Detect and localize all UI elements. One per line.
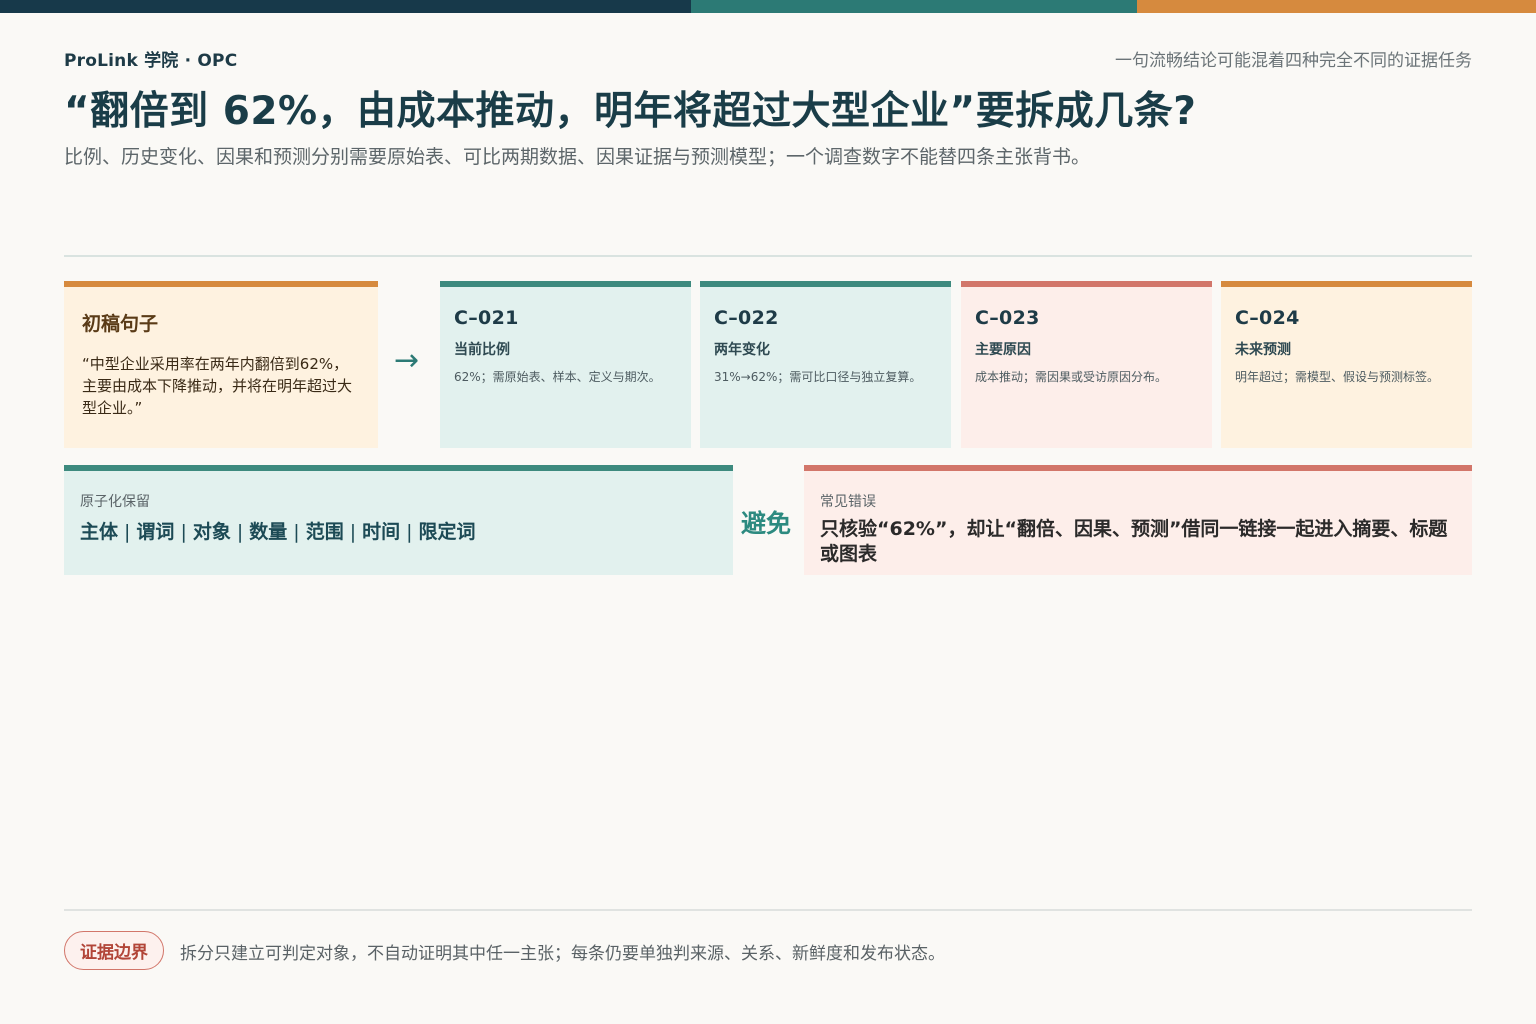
page-title: “翻倍到 62%，由成本推动，明年将超过大型企业”要拆成几条? (64, 89, 1197, 134)
evidence-boundary-text: 拆分只建立可判定对象，不自动证明其中任一主张；每条仍要单独判来源、关系、新鲜度和… (180, 944, 945, 964)
claim-description: 62%；需原始表、样本、定义与期次。 (454, 370, 661, 384)
claim-id: C–023 (975, 307, 1040, 329)
separator: | (349, 521, 357, 543)
slide: ProLink 学院 · OPC 一句流畅结论可能混着四种完全不同的证据任务 “… (0, 0, 1536, 1024)
separator: | (236, 521, 244, 543)
claim-card-c024: C–024 未来预测 明年超过；需模型、假设与预测标签。 (1221, 281, 1472, 448)
divider (64, 255, 1472, 257)
atomic-item: 谓词 (136, 521, 175, 543)
claim-id: C–024 (1235, 307, 1300, 329)
claim-id: C–021 (454, 307, 519, 329)
atomic-items-list: 主体 | 谓词 | 对象 | 数量 | 范围 | 时间 | 限定词 (80, 517, 717, 544)
draft-quote: “中型企业采用率在两年内翻倍到62%，主要由成本下降推动，并将在明年超过大型企业… (82, 355, 353, 417)
mistake-label: 常见错误 (820, 494, 876, 510)
claim-name: 主要原因 (975, 342, 1031, 358)
page-subtitle: 比例、历史变化、因果和预测分别需要原始表、可比两期数据、因果证据与预测模型；一个… (64, 146, 1091, 168)
tagline: 一句流畅结论可能混着四种完全不同的证据任务 (1115, 51, 1472, 71)
separator: | (293, 521, 300, 543)
claim-description: 明年超过；需模型、假设与预测标签。 (1235, 370, 1440, 384)
claim-name: 两年变化 (714, 342, 770, 358)
top-bar-segment-dark (0, 0, 691, 13)
atomic-item: 主体 (80, 521, 119, 543)
claim-description: 成本推动；需因果或受访原因分布。 (975, 370, 1168, 384)
atomic-item: 数量 (249, 521, 288, 543)
claim-card-c022: C–022 两年变化 31%→62%；需可比口径与独立复算。 (700, 281, 951, 448)
separator: | (406, 521, 413, 543)
arrow-right-icon: → (394, 343, 420, 378)
atomic-label: 原子化保留 (80, 494, 150, 510)
brand-label: ProLink 学院 · OPC (64, 51, 238, 71)
separator: | (180, 521, 187, 543)
top-bar-segment-teal (691, 0, 1137, 13)
draft-sentence-card: 初稿句子 “中型企业采用率在两年内翻倍到62%，主要由成本下降推动，并将在明年超… (64, 281, 378, 448)
avoid-label: 避免 (741, 509, 792, 538)
claim-card-c021: C–021 当前比例 62%；需原始表、样本、定义与期次。 (440, 281, 691, 448)
atomic-item: 时间 (362, 521, 401, 543)
claim-card-c023: C–023 主要原因 成本推动；需因果或受访原因分布。 (961, 281, 1212, 448)
evidence-boundary-badge: 证据边界 (64, 931, 164, 970)
atomic-item: 对象 (192, 521, 231, 543)
claim-id: C–022 (714, 307, 779, 329)
claim-name: 未来预测 (1235, 342, 1291, 358)
atomic-item: 限定词 (418, 521, 476, 543)
top-bar-segment-orange (1137, 0, 1536, 13)
atomic-retention-card: 原子化保留 主体 | 谓词 | 对象 | 数量 | 范围 | 时间 | 限定词 (64, 465, 733, 575)
atomic-item: 范围 (305, 521, 344, 543)
claim-description: 31%→62%；需可比口径与独立复算。 (714, 370, 922, 384)
mistake-text: 只核验“62%”，却让“翻倍、因果、预测”借同一链接一起进入摘要、标题或图表 (820, 518, 1448, 565)
claim-name: 当前比例 (454, 342, 510, 358)
divider (64, 909, 1472, 911)
top-color-bar (0, 0, 1536, 13)
separator: | (124, 521, 131, 543)
draft-card-title: 初稿句子 (82, 313, 159, 335)
common-mistake-card: 常见错误 只核验“62%”，却让“翻倍、因果、预测”借同一链接一起进入摘要、标题… (804, 465, 1472, 575)
